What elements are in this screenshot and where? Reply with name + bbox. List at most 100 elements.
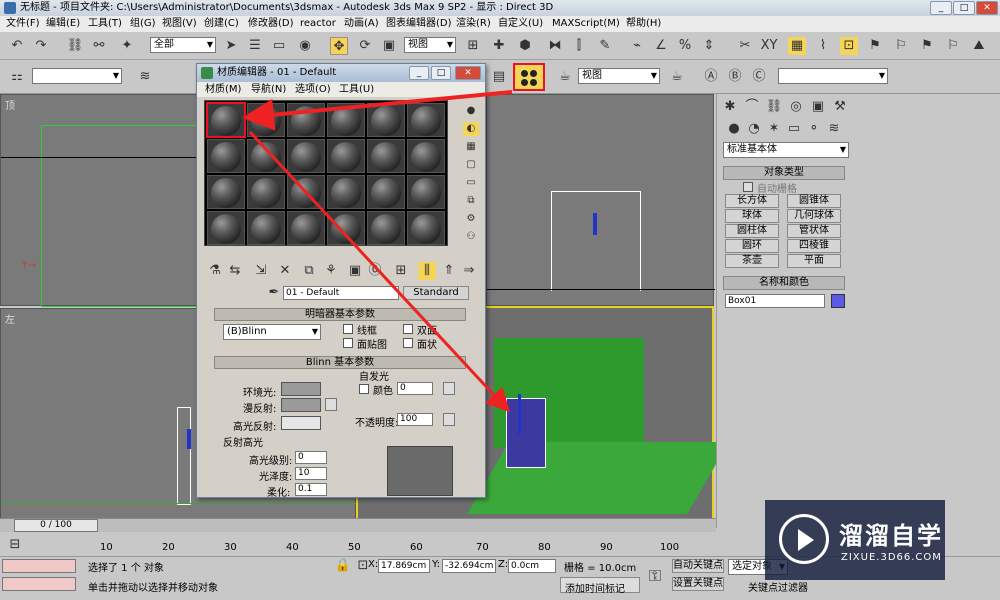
cylinder-button[interactable]: 圆柱体 <box>725 224 779 238</box>
sample-type-icon[interactable]: ● <box>463 104 479 118</box>
mini-curve-editor-icon[interactable]: ⊟ <box>6 536 24 554</box>
track-view-icon[interactable]: ▤ <box>490 68 508 86</box>
window-crossing-icon[interactable]: ◉ <box>296 37 314 55</box>
plane-button[interactable]: 平面 <box>787 254 841 268</box>
render-frame-icon[interactable]: ⚐ <box>892 37 910 55</box>
material-sample-slot[interactable] <box>367 139 405 173</box>
autogrid-checkbox[interactable] <box>743 182 753 192</box>
menu-animation[interactable]: 动画(A) <box>344 16 379 32</box>
material-sample-slot[interactable] <box>287 175 325 209</box>
material-sample-slot[interactable] <box>407 103 445 137</box>
layer-manager-icon[interactable]: ≋ <box>136 68 154 86</box>
layer-manager-icon[interactable]: ▦ <box>788 37 806 55</box>
menu-graph-editors[interactable]: 图表编辑器(D) <box>386 16 452 32</box>
material-sample-slot[interactable] <box>327 103 365 137</box>
menu-options[interactable]: 选项(O) <box>295 82 331 97</box>
face-map-checkbox[interactable] <box>343 338 353 348</box>
specular-swatch[interactable] <box>281 416 321 430</box>
set-key-button[interactable]: 设置关键点 <box>672 577 724 591</box>
render-preset-a-icon[interactable]: Ⓐ <box>702 68 720 86</box>
material-sample-slot[interactable] <box>207 175 245 209</box>
render-scene-icon[interactable]: ☕ <box>556 68 574 86</box>
keyboard-shortcut-icon[interactable]: ⬢ <box>516 37 534 55</box>
render-setup-icon[interactable]: ⚑ <box>866 37 884 55</box>
make-unique-icon[interactable]: ⚘ <box>322 262 340 280</box>
object-name-field[interactable]: Box01 <box>725 294 825 308</box>
menu-file[interactable]: 文件(F) <box>6 16 40 32</box>
edit-named-selections-icon[interactable]: ✂ <box>736 37 754 55</box>
pyramid-button[interactable]: 四棱锥 <box>787 239 841 253</box>
maximize-button[interactable]: □ <box>431 66 451 80</box>
select-by-name-icon[interactable]: ☰ <box>246 37 264 55</box>
cone-button[interactable]: 圆锥体 <box>787 194 841 208</box>
select-by-material-icon[interactable]: ⚇ <box>463 230 479 244</box>
menu-reactor[interactable]: reactor <box>300 16 336 32</box>
key-filters-label[interactable]: 关键点过滤器 <box>748 579 808 594</box>
name-color-rollout[interactable]: 名称和颜色 <box>723 276 845 290</box>
material-sample-slot[interactable] <box>247 175 285 209</box>
menu-customize[interactable]: 自定义(U) <box>498 16 543 32</box>
box-button[interactable]: 长方体 <box>725 194 779 208</box>
utilities-tab-icon[interactable]: ⚒ <box>831 98 849 116</box>
opacity-map-button[interactable] <box>443 413 455 426</box>
make-preview-icon[interactable]: ⧉ <box>463 194 479 208</box>
mirror-icon[interactable]: ⧓ <box>546 37 564 55</box>
menu-create[interactable]: 创建(C) <box>204 16 239 32</box>
time-slider-thumb[interactable]: 0 / 100 <box>14 519 98 532</box>
environment-icon[interactable]: ⛰ <box>970 37 988 55</box>
menu-navigation[interactable]: 导航(N) <box>251 82 286 97</box>
z-coordinate-field[interactable]: 0.0cm <box>508 559 556 573</box>
align-icon[interactable]: ⫿ <box>570 37 588 55</box>
select-and-move-icon[interactable]: ✥ <box>330 37 348 55</box>
undo-icon[interactable]: ↶ <box>8 37 26 55</box>
time-slider[interactable]: 0 / 100 <box>0 518 716 532</box>
material-id-icon[interactable]: ⓪ <box>366 262 384 280</box>
video-color-check-icon[interactable]: ▭ <box>463 176 479 190</box>
display-tab-icon[interactable]: ▣ <box>809 98 827 116</box>
self-illum-spinner[interactable]: 0 <box>397 382 433 395</box>
pick-material-icon[interactable]: ✒ <box>265 284 283 302</box>
pivot-center-icon[interactable]: ⊞ <box>464 37 482 55</box>
material-name-field[interactable]: 01 - Default <box>283 286 399 300</box>
menu-view[interactable]: 视图(V) <box>162 16 197 32</box>
render-preset-c-icon[interactable]: Ⓒ <box>750 68 768 86</box>
render-last-icon[interactable]: ⚐ <box>944 37 962 55</box>
material-type-button[interactable]: Standard <box>403 286 469 300</box>
backlight-icon[interactable]: ◐ <box>463 122 479 136</box>
spinner-snap-icon[interactable]: ⇕ <box>700 37 718 55</box>
specular-level-spinner[interactable]: 0 <box>295 451 327 464</box>
material-editor-button[interactable] <box>513 63 545 91</box>
material-sample-slot[interactable] <box>407 139 445 173</box>
unlink-icon[interactable]: ⚯ <box>90 37 108 55</box>
maxscript-output[interactable] <box>2 577 76 591</box>
menu-utilities[interactable]: 工具(U) <box>339 82 374 97</box>
show-map-icon[interactable]: ⊞ <box>392 262 410 280</box>
material-sample-slot[interactable] <box>287 103 325 137</box>
menu-material[interactable]: 材质(M) <box>205 82 241 97</box>
lock-selection-icon[interactable]: 🔒 <box>334 557 352 575</box>
percent-snap-icon[interactable]: % <box>676 37 694 55</box>
material-sample-slot[interactable] <box>327 211 365 245</box>
self-illum-color-checkbox[interactable] <box>359 384 369 394</box>
named-selection-icon[interactable]: ✎ <box>596 37 614 55</box>
ambient-swatch[interactable] <box>281 382 321 396</box>
sphere-button[interactable]: 球体 <box>725 209 779 223</box>
close-button[interactable]: ✕ <box>976 1 998 15</box>
assign-to-selection-icon[interactable]: ⇲ <box>252 262 270 280</box>
diffuse-map-button[interactable] <box>325 398 337 411</box>
make-copy-icon[interactable]: ⧉ <box>300 262 318 280</box>
selected-box[interactable] <box>506 398 546 468</box>
map-button[interactable] <box>443 382 455 395</box>
schematic-view-icon[interactable]: ⊡ <box>840 37 858 55</box>
material-sample-slot[interactable] <box>207 139 245 173</box>
material-sample-slot[interactable] <box>367 211 405 245</box>
show-end-result-icon[interactable]: ⫼ <box>418 262 436 280</box>
create-tab-icon[interactable]: ✱ <box>721 98 739 116</box>
material-sample-slot[interactable] <box>327 139 365 173</box>
material-sample-slot[interactable] <box>247 103 285 137</box>
object-type-rollout[interactable]: 对象类型 <box>723 166 845 180</box>
material-sample-slot[interactable] <box>367 103 405 137</box>
layer-dropdown[interactable] <box>32 68 122 84</box>
options-icon[interactable]: ⚙ <box>463 212 479 226</box>
maxscript-listener[interactable] <box>2 559 76 573</box>
